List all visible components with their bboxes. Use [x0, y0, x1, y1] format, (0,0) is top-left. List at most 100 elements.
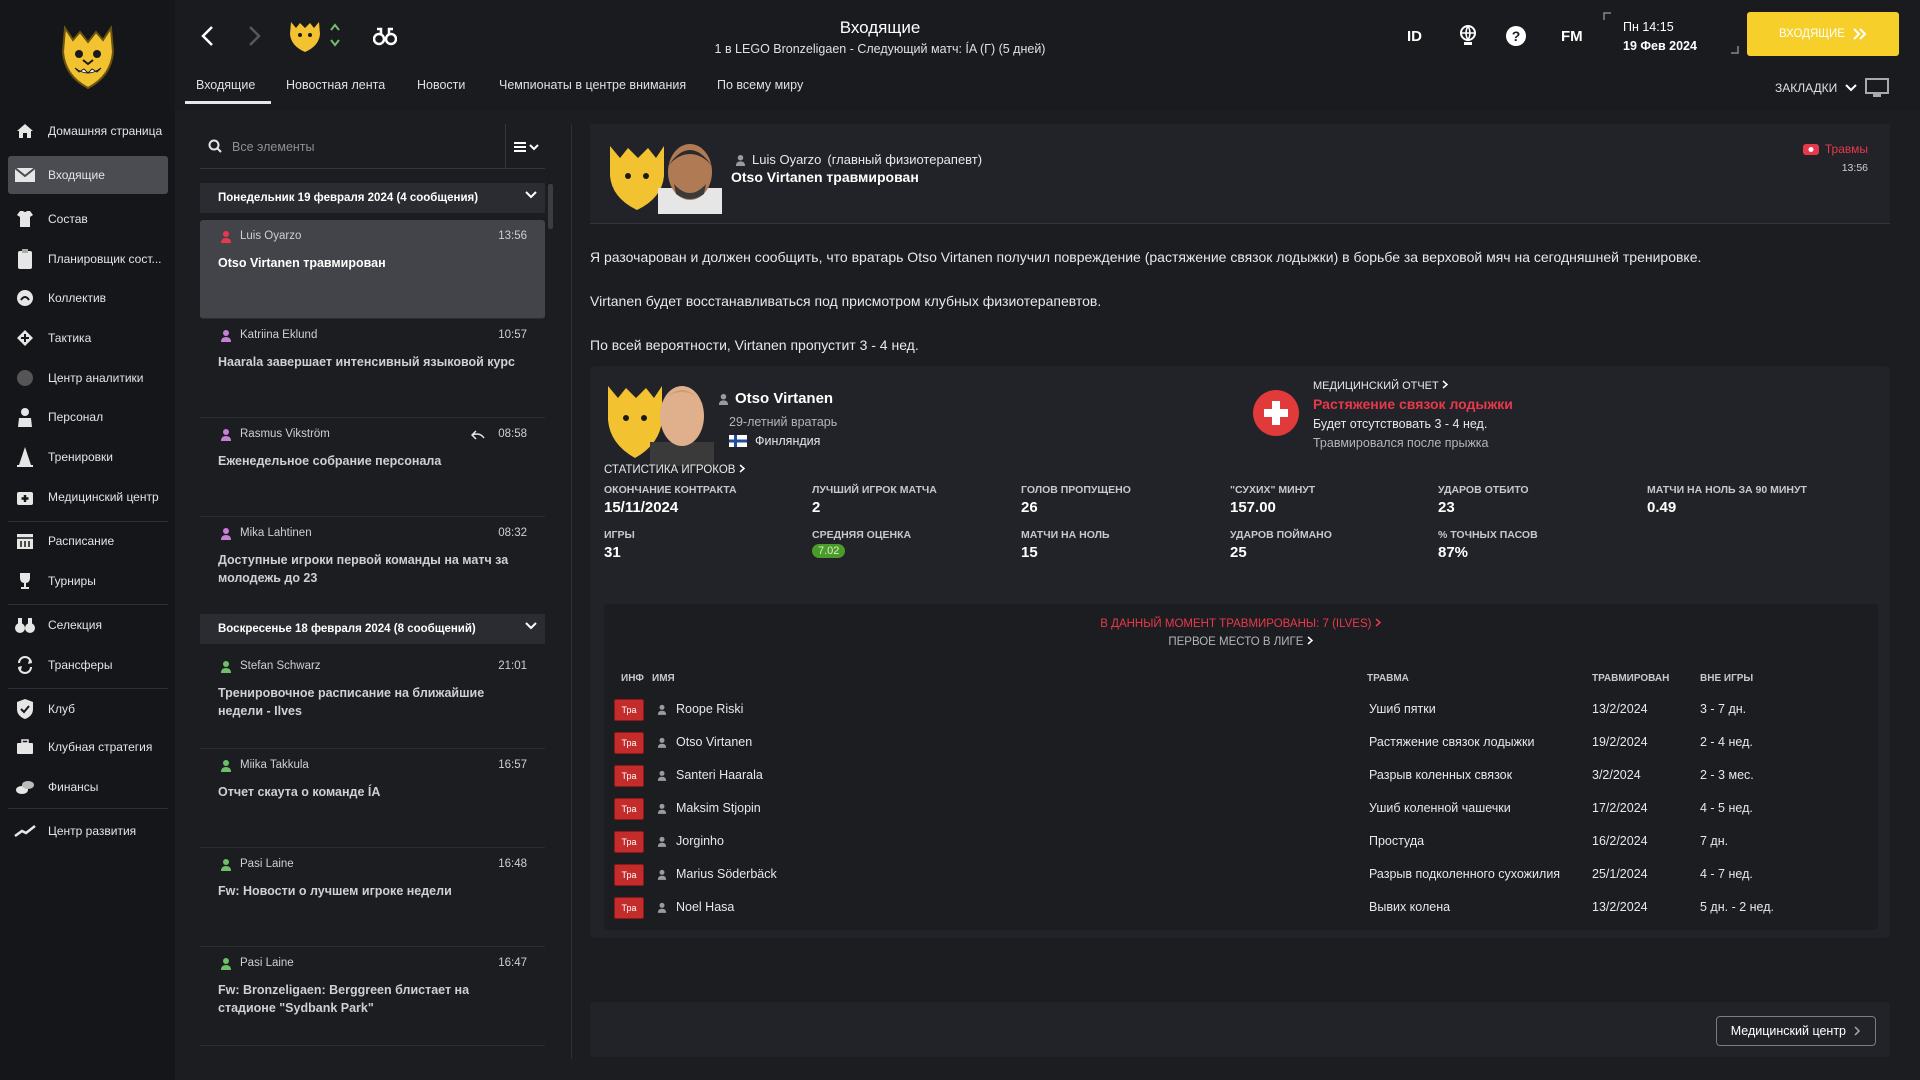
- reply-icon: [471, 430, 485, 440]
- injured-date-cell: 25/1/2024: [1592, 867, 1648, 881]
- fm-menu-button[interactable]: FM: [1561, 24, 1583, 48]
- sidebar-item-label: Селекция: [48, 618, 102, 632]
- column-header-name[interactable]: ИМЯ: [652, 673, 675, 684]
- tab-inbox[interactable]: Входящие: [196, 78, 255, 92]
- injured-date-cell: 19/2/2024: [1592, 735, 1648, 749]
- player-stats-link[interactable]: СТАТИСТИКА ИГРОКОВ: [604, 464, 746, 476]
- club-logo[interactable]: [45, 10, 131, 96]
- tab-competitions-spotlight[interactable]: Чемпионаты в центре внимания: [499, 78, 686, 92]
- briefcase-icon: [14, 736, 36, 758]
- sidebar-item-finances[interactable]: Финансы: [8, 768, 168, 806]
- message-item[interactable]: Katriina Eklund 10:57 Haarala завершает …: [200, 319, 545, 418]
- filter-menu-button[interactable]: [505, 124, 545, 169]
- table-row[interactable]: Тра Roope Riski Ушиб пятки 13/2/2024 3 -…: [604, 693, 1878, 726]
- message-category-tag[interactable]: Травмы: [1802, 142, 1868, 156]
- home-icon: [14, 120, 36, 142]
- achievements-button[interactable]: [1458, 24, 1478, 48]
- date-group-header[interactable]: Воскресенье 18 февраля 2024 (8 сообщений…: [200, 614, 545, 644]
- message-item[interactable]: Pasi Laine 16:48 Fw: Новости о лучшем иг…: [200, 848, 545, 947]
- player-name-link[interactable]: Otso Virtanen: [718, 390, 833, 407]
- column-header-injury[interactable]: ТРАВМА: [1367, 673, 1409, 684]
- column-header-time-out[interactable]: ВНЕ ИГРЫ: [1700, 673, 1753, 684]
- monitor-icon[interactable]: [1865, 78, 1890, 98]
- message-item[interactable]: Stefan Schwarz 21:01 Тренировочное распи…: [200, 650, 545, 749]
- player-name-cell[interactable]: Otso Virtanen: [676, 735, 752, 749]
- sidebar-item-schedule[interactable]: Расписание: [8, 522, 168, 560]
- squad-shirt-icon: [14, 208, 36, 230]
- id-button[interactable]: ID: [1407, 24, 1422, 48]
- message-item[interactable]: Miika Takkula 16:57 Отчет скаута о коман…: [200, 749, 545, 848]
- sidebar-item-medical[interactable]: Медицинский центр: [8, 478, 168, 516]
- message-item[interactable]: Pasi Laine 16:47 Fw: Bronzeligaen: Bergg…: [200, 947, 545, 1046]
- sidebar-item-tactics[interactable]: Тактика: [8, 319, 168, 357]
- player-injury-card: Otso Virtanen 29-летний вратарь Финлянди…: [590, 366, 1890, 938]
- chevron-right-icon: [1375, 618, 1381, 627]
- transfers-icon: [14, 654, 36, 676]
- tab-around-world[interactable]: По всему миру: [717, 78, 803, 92]
- table-row[interactable]: Тра Santeri Haarala Разрыв коленных связ…: [604, 759, 1878, 792]
- continue-button[interactable]: ВХОДЯЩИЕ: [1747, 12, 1899, 56]
- column-header-info[interactable]: ИНФ: [621, 673, 644, 684]
- sidebar-item-inbox[interactable]: Входящие: [8, 156, 168, 194]
- injured-date-cell: 13/2/2024: [1592, 900, 1648, 914]
- active-tab-indicator: [185, 101, 271, 104]
- column-header-injured-date[interactable]: ТРАВМИРОВАН: [1592, 673, 1669, 684]
- table-row[interactable]: Тра Maksim Stjopin Ушиб коленной чашечки…: [604, 792, 1878, 825]
- message-list-scrollbar[interactable]: [548, 184, 553, 229]
- message-sender: Miika Takkula: [240, 759, 309, 771]
- player-avatar[interactable]: [606, 376, 718, 466]
- staff-icon: [14, 406, 36, 428]
- table-row[interactable]: Тра Jorginho Простуда 16/2/2024 7 дн.: [604, 825, 1878, 858]
- person-icon: [657, 737, 667, 748]
- message-sender: Mika Lahtinen: [240, 527, 312, 539]
- tab-news-feed[interactable]: Новостная лента: [286, 78, 385, 92]
- help-button[interactable]: ?: [1505, 24, 1527, 48]
- sidebar-item-dynamics[interactable]: Коллектив: [8, 279, 168, 317]
- bookmarks-menu[interactable]: ЗАКЛАДКИ: [1775, 78, 1890, 98]
- sidebar-item-staff[interactable]: Персонал: [8, 398, 168, 436]
- time-out-cell: 7 дн.: [1700, 834, 1729, 848]
- message-item[interactable]: Mika Lahtinen 08:32 Доступные игроки пер…: [200, 517, 545, 616]
- globe-trophy-icon: [1460, 25, 1476, 45]
- message-subject: Haarala завершает интенсивный языковой к…: [218, 355, 515, 369]
- next-match-info[interactable]: 1 в LEGO Bronzeligaen - Следующий матч: …: [175, 42, 1585, 56]
- player-name-cell[interactable]: Maksim Stjopin: [676, 801, 761, 815]
- search-input[interactable]: [232, 136, 492, 158]
- help-icon: ?: [1506, 26, 1526, 46]
- sidebar-item-label: Центр аналитики: [48, 371, 144, 385]
- league-position-link[interactable]: ПЕРВОЕ МЕСТО В ЛИГЕ: [604, 636, 1878, 648]
- injury-list-table: В ДАННЫЙ МОМЕНТ ТРАВМИРОВАНЫ: 7 (ILVES) …: [604, 604, 1878, 930]
- sidebar-item-home[interactable]: Домашняя страница: [8, 112, 168, 150]
- sidebar-item-analytics[interactable]: Центр аналитики: [8, 359, 168, 397]
- sidebar-item-club[interactable]: Клуб: [8, 690, 168, 728]
- sidebar-item-club-vision[interactable]: Клубная стратегия: [8, 728, 168, 766]
- sidebar-item-training[interactable]: Тренировки: [8, 438, 168, 476]
- sidebar-item-squad-planner[interactable]: Планировщик сост...: [8, 240, 168, 278]
- table-row[interactable]: Тра Otso Virtanen Растяжение связок лоды…: [604, 726, 1878, 759]
- tab-news[interactable]: Новости: [417, 78, 465, 92]
- table-row[interactable]: Тра Marius Söderbäck Разрыв подколенного…: [604, 858, 1878, 891]
- message-sender-line[interactable]: Luis Oyarzo (главный физиотерапевт): [735, 152, 982, 167]
- time-out-cell: 2 - 3 мес.: [1700, 768, 1754, 782]
- sidebar-item-transfers[interactable]: Трансферы: [8, 646, 168, 684]
- current-injuries-link[interactable]: В ДАННЫЙ МОМЕНТ ТРАВМИРОВАНЫ: 7 (ILVES): [604, 618, 1878, 630]
- medical-report-link[interactable]: МЕДИЦИНСКИЙ ОТЧЕТ: [1313, 380, 1449, 392]
- table-row[interactable]: Тра Noel Hasa Вывих колена 13/2/2024 5 д…: [604, 891, 1878, 924]
- player-name-cell[interactable]: Marius Söderbäck: [676, 867, 777, 881]
- sidebar-item-development[interactable]: Центр развития: [8, 812, 168, 850]
- medical-center-button[interactable]: Медицинский центр: [1715, 1016, 1876, 1046]
- player-nationality[interactable]: Финляндия: [729, 434, 820, 448]
- game-datetime[interactable]: Пн 14:15 19 Фев 2024: [1623, 18, 1697, 56]
- sidebar-item-label: Расписание: [48, 534, 115, 548]
- injury-status-badge: Тра: [614, 699, 644, 721]
- message-item[interactable]: Rasmus Vikström 08:58 Еженедельное собра…: [200, 418, 545, 517]
- player-name-cell[interactable]: Noel Hasa: [676, 900, 734, 914]
- sidebar-item-competitions[interactable]: Турниры: [8, 562, 168, 600]
- sidebar-item-scouting[interactable]: Селекция: [8, 606, 168, 644]
- player-name-cell[interactable]: Santeri Haarala: [676, 768, 763, 782]
- player-name-cell[interactable]: Roope Riski: [676, 702, 743, 716]
- message-item[interactable]: Luis Oyarzo 13:56 Otso Virtanen травмиро…: [200, 220, 545, 319]
- date-group-header[interactable]: Понедельник 19 февраля 2024 (4 сообщения…: [200, 183, 545, 213]
- player-name-cell[interactable]: Jorginho: [676, 834, 724, 848]
- sidebar-item-squad[interactable]: Состав: [8, 200, 168, 238]
